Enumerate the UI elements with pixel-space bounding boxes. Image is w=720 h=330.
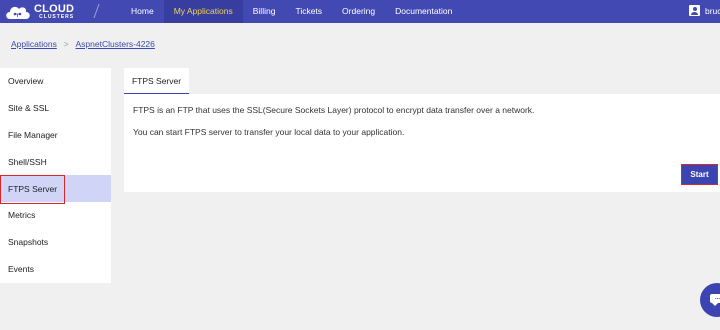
nav-tickets[interactable]: Tickets <box>285 0 332 23</box>
sidebar-item-site-ssl[interactable]: Site & SSL <box>0 95 111 122</box>
ftps-instruction: You can start FTPS server to transfer yo… <box>133 127 405 137</box>
sidebar: Overview Site & SSL File Manager Shell/S… <box>0 68 111 283</box>
breadcrumb-app-name[interactable]: AspnetClusters-4226 <box>76 39 155 49</box>
sidebar-item-snapshots[interactable]: Snapshots <box>0 229 111 256</box>
breadcrumb: Applications > AspnetClusters-4226 <box>11 39 155 49</box>
cloud-logo-icon <box>4 3 32 21</box>
chat-button[interactable]: ... <box>700 283 720 317</box>
sidebar-item-events[interactable]: Events <box>0 256 111 283</box>
ftps-description: FTPS is an FTP that uses the SSL(Secure … <box>133 105 535 115</box>
user-menu[interactable]: bruc <box>689 5 720 16</box>
chat-icon: ... <box>710 294 720 306</box>
breadcrumb-separator: > <box>63 39 69 49</box>
sidebar-item-file-manager[interactable]: File Manager <box>0 122 111 149</box>
sidebar-item-metrics[interactable]: Metrics <box>0 202 111 229</box>
sidebar-item-overview[interactable]: Overview <box>0 68 111 95</box>
cloud-clusters-logo[interactable]: CLOUD CLUSTERS <box>4 2 104 22</box>
breadcrumb-applications[interactable]: Applications <box>11 39 57 49</box>
sidebar-item-ftps-server[interactable]: FTPS Server <box>0 175 111 202</box>
nav-home[interactable]: Home <box>121 0 164 23</box>
main-nav: Home My Applications Billing Tickets Ord… <box>121 0 462 23</box>
user-name: bruc <box>705 5 720 16</box>
nav-documentation[interactable]: Documentation <box>385 0 462 23</box>
nav-billing[interactable]: Billing <box>243 0 286 23</box>
nav-ordering[interactable]: Ordering <box>332 0 385 23</box>
top-navbar: CLOUD CLUSTERS Home My Applications Bill… <box>0 0 720 23</box>
logo-line2: CLUSTERS <box>39 14 75 20</box>
chat-glyph-dots: ... <box>715 295 720 301</box>
ftps-panel: FTPS is an FTP that uses the SSL(Secure … <box>124 94 720 192</box>
sidebar-item-shell-ssh[interactable]: Shell/SSH <box>0 148 111 175</box>
nav-my-applications[interactable]: My Applications <box>163 0 243 23</box>
tab-ftps-server[interactable]: FTPS Server <box>124 68 189 94</box>
start-button[interactable]: Start <box>681 164 718 185</box>
user-icon <box>689 5 700 16</box>
